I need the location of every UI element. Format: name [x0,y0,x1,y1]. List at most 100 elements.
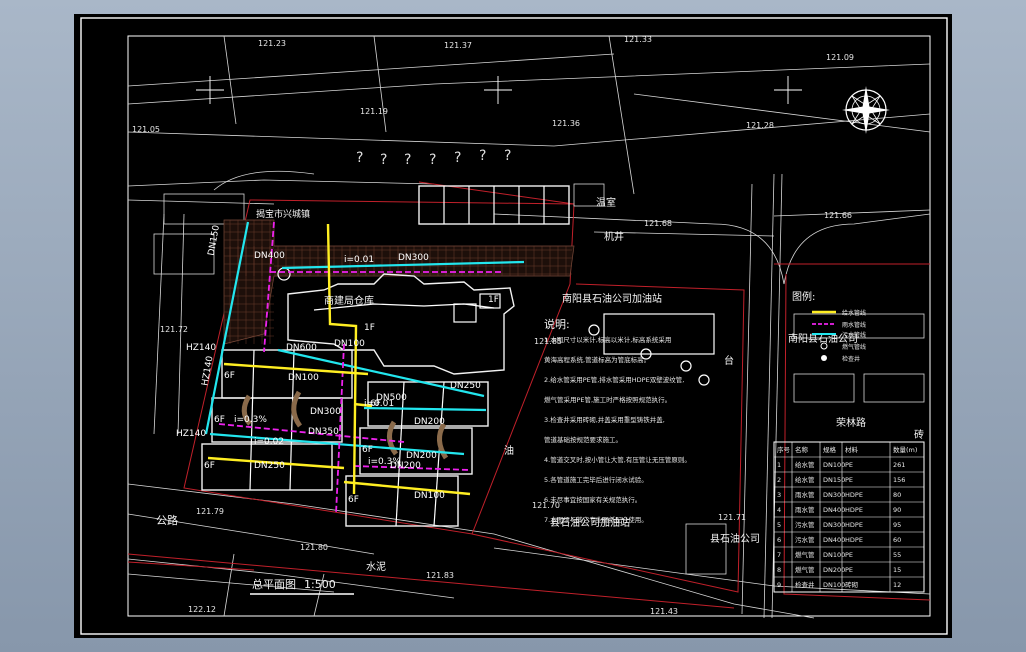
tree-symbols: ??? ???? [356,148,511,168]
table-cell: HDPE [845,521,863,529]
table-cell: DN100 [823,551,845,559]
svg-text:?: ? [479,148,486,164]
svg-text:温室: 温室 [596,196,616,209]
svg-text:DN300: DN300 [398,253,429,263]
table-cell: 60 [893,536,901,544]
table-cell: 15 [893,566,901,574]
note-line: 7.本图须与其它专业图纸配合使用。 [544,515,648,524]
svg-text:121.68: 121.68 [644,219,672,228]
outer-frame [80,17,948,635]
svg-text:?: ? [380,152,387,168]
table-cell: 给水管 [795,475,815,484]
note-line: 黄海高程系统,管道标高为管底标高。 [544,355,650,364]
table-cell: 1 [777,461,781,469]
svg-text:6F: 6F [348,495,359,505]
table-cell: DN300 [823,521,845,529]
svg-text:1F: 1F [488,295,499,305]
svg-text:燃气管线: 燃气管线 [842,343,866,351]
cad-viewport[interactable]: ??? ???? 121.23 121.37 121.33 121.09 121… [0,0,1026,652]
grid-crosses [196,76,802,104]
svg-text:6F: 6F [370,399,381,409]
svg-text:HZ140: HZ140 [176,429,206,439]
svg-text:DN250: DN250 [450,381,481,391]
svg-text:121.19: 121.19 [360,107,388,116]
note-line: 管道基础按规范要求施工。 [544,435,622,444]
svg-text:荣林路: 荣林路 [836,416,866,429]
svg-text:总平面图: 总平面图 [252,577,296,591]
north-arrow-icon [842,86,890,134]
design-notes: 说明: 1.本图尺寸以米计,标高以米计,标高系统采用黄海高程系统,管道标高为管底… [544,317,691,524]
paved-area [223,219,575,345]
table-cell: DN100 [823,581,845,589]
table-cell: 6 [777,536,781,544]
svg-text:121.43: 121.43 [650,607,678,616]
svg-text:i=0.02: i=0.02 [254,437,284,447]
svg-text:油: 油 [504,444,514,457]
table-cell: PE [845,551,853,559]
svg-text:图例:: 图例: [792,290,815,303]
svg-text:雨水管线: 雨水管线 [842,321,866,329]
table-cell: 90 [893,506,901,514]
svg-text:DN100: DN100 [334,339,365,349]
svg-text:?: ? [454,150,461,166]
svg-text:i=0.01: i=0.01 [344,255,374,265]
table-cell: HDPE [845,491,863,499]
svg-text:121.09: 121.09 [826,53,854,62]
svg-text:6F: 6F [362,445,373,455]
table-cell: 8 [777,566,781,574]
svg-text:DN100: DN100 [288,373,319,383]
svg-text:DN600: DN600 [286,343,317,353]
svg-text:6F: 6F [204,461,215,471]
table-cell: PE [845,461,853,469]
svg-text:DN300: DN300 [310,407,341,417]
table-cell: 4 [777,506,781,514]
paved-grid-lines [224,220,572,344]
table-cell: 5 [777,521,781,529]
table-cell: 检查井 [795,580,815,589]
site-plan-svg: ??? ???? 121.23 121.37 121.33 121.09 121… [80,17,948,635]
table-cell: DN150 [823,476,845,484]
table-cell: 12 [893,581,901,589]
svg-text:1:500: 1:500 [304,578,336,591]
svg-text:121.79: 121.79 [196,507,224,516]
svg-text:给水管线: 给水管线 [842,309,866,317]
svg-text:县石油公司: 县石油公司 [710,532,760,545]
svg-text:?: ? [356,150,363,166]
table-header-cell: 序号 [777,445,791,454]
table-cell: HDPE [845,536,863,544]
svg-text:i=0.3%: i=0.3% [234,415,267,425]
svg-text:6F: 6F [224,371,235,381]
table-cell: 雨水管 [795,505,815,514]
material-table[interactable]: 序号 名称 规格 材料 数量(m)1 给水管 DN100 PE 2612 给水管 DN150 PE 15… [773,441,925,593]
svg-text:DN250: DN250 [254,461,285,471]
svg-text:i=0.3%: i=0.3% [368,457,401,467]
table-cell: 7 [777,551,781,559]
legend: 图例: 给水管线 雨水管线 污水管线 燃气管线 检查井 [792,290,866,363]
table-header-cell: 规格 [823,445,837,454]
table-header-cell: 数量(m) [893,445,917,454]
svg-text:机井: 机井 [604,230,624,243]
svg-text:HZ140: HZ140 [186,343,216,353]
note-line: 1.本图尺寸以米计,标高以米计,标高系统采用 [544,335,671,344]
table-cell: PE [845,566,853,574]
table-cell: DN200 [823,566,845,574]
svg-text:DN100: DN100 [414,491,445,501]
svg-text:121.23: 121.23 [258,39,286,48]
table-header-cell: 材料 [845,445,859,454]
table-cell: 156 [893,476,905,484]
table-header-cell: 名称 [795,445,809,454]
table-cell: 55 [893,551,901,559]
plan-title: 总平面图 1:500 [250,577,354,595]
table-cell: HDPE [845,506,863,514]
svg-text:污水管线: 污水管线 [842,331,866,339]
svg-text:?: ? [504,148,511,164]
svg-text:121.37: 121.37 [444,41,472,50]
svg-text:DN350: DN350 [308,427,339,437]
note-line: 6.未尽事宜按国家有关规范执行。 [544,495,641,504]
note-line: 4.管道交叉时,按小管让大管,有压管让无压管原则。 [544,455,691,464]
table-cell: 污水管 [795,520,815,529]
svg-text:公路: 公路 [156,514,178,527]
svg-text:121.28: 121.28 [746,121,774,130]
table-cell: 燃气管 [795,565,815,574]
drawing-sheet[interactable]: ??? ???? 121.23 121.37 121.33 121.09 121… [74,14,952,638]
